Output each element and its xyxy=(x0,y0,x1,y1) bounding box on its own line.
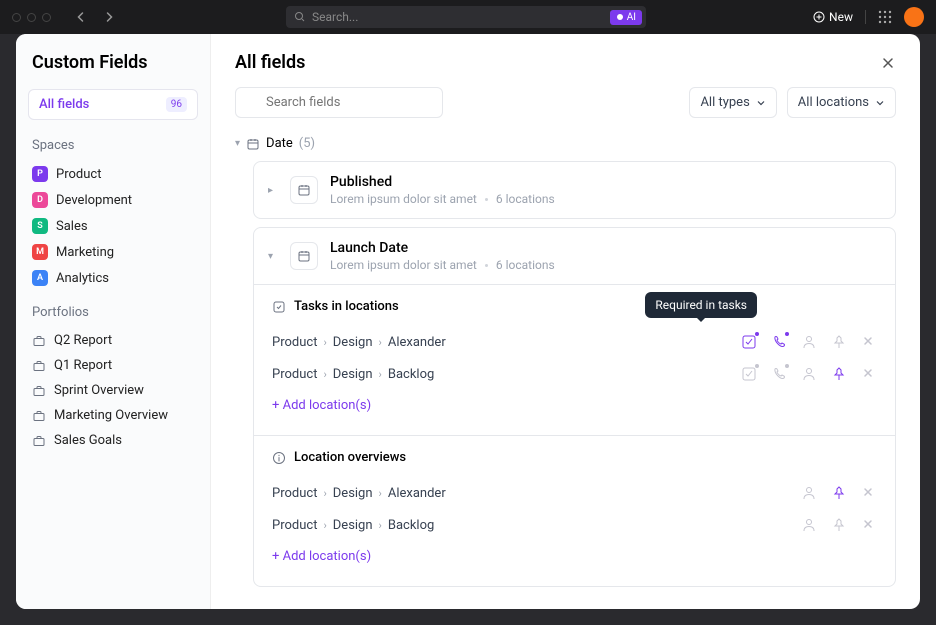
space-label: Development xyxy=(56,193,132,208)
phone-icon[interactable] xyxy=(771,366,787,382)
remove-icon[interactable] xyxy=(861,366,877,382)
sidebar-space-item[interactable]: D Development xyxy=(28,187,198,213)
breadcrumb[interactable]: Product› Design› Alexander xyxy=(272,335,741,350)
location-row: Product› Design› Backlog xyxy=(272,509,877,541)
space-icon: A xyxy=(32,270,48,286)
spaces-section-label: Spaces xyxy=(32,138,194,153)
field-card-published[interactable]: ▸ Published Lorem ipsum dolor sit amet 6… xyxy=(253,161,896,219)
portfolio-label: Sales Goals xyxy=(54,433,122,448)
global-search[interactable]: Search... AI xyxy=(286,6,646,28)
portfolio-label: Marketing Overview xyxy=(54,408,168,423)
pin-icon[interactable] xyxy=(831,366,847,382)
field-name: Published xyxy=(330,174,881,190)
required-in-tasks-icon[interactable] xyxy=(741,334,757,350)
close-window-icon[interactable] xyxy=(12,13,21,22)
remove-icon[interactable] xyxy=(861,517,877,533)
sidebar-space-item[interactable]: A Analytics xyxy=(28,265,198,291)
add-location-button[interactable]: + Add location(s) xyxy=(272,390,877,421)
chevron-down-icon[interactable]: ▾ xyxy=(235,138,240,149)
sidebar-portfolio-item[interactable]: Q1 Report xyxy=(28,353,198,378)
portfolio-label: Sprint Overview xyxy=(54,383,144,398)
briefcase-icon xyxy=(32,409,46,423)
page-title: All fields xyxy=(235,52,305,73)
checkbox-icon xyxy=(272,300,286,314)
chevron-down-icon xyxy=(756,98,766,108)
chevron-down-icon[interactable]: ▾ xyxy=(268,251,278,262)
minimize-window-icon[interactable] xyxy=(27,13,36,22)
sidebar-space-item[interactable]: M Marketing xyxy=(28,239,198,265)
maximize-window-icon[interactable] xyxy=(42,13,51,22)
space-icon: M xyxy=(32,244,48,260)
remove-icon[interactable] xyxy=(861,485,877,501)
ai-badge[interactable]: AI xyxy=(610,10,642,25)
location-row: Product› Design› Alexander xyxy=(272,477,877,509)
space-icon: P xyxy=(32,166,48,182)
main-panel: All fields All types All locations ▾ Dat… xyxy=(211,34,920,609)
person-icon[interactable] xyxy=(801,485,817,501)
sidebar-portfolio-item[interactable]: Sprint Overview xyxy=(28,378,198,403)
sidebar-space-item[interactable]: S Sales xyxy=(28,213,198,239)
filter-locations-dropdown[interactable]: All locations xyxy=(787,87,896,118)
breadcrumb[interactable]: Product› Design› Backlog xyxy=(272,518,801,533)
pin-icon[interactable] xyxy=(831,485,847,501)
info-icon xyxy=(272,451,286,465)
avatar[interactable] xyxy=(904,7,924,27)
pin-icon[interactable] xyxy=(831,334,847,350)
add-location-button[interactable]: + Add location(s) xyxy=(272,541,877,572)
space-label: Marketing xyxy=(56,245,114,260)
apps-grid-icon[interactable] xyxy=(878,10,892,24)
portfolio-label: Q1 Report xyxy=(54,358,112,373)
field-card-launch-date: ▾ Launch Date Lorem ipsum dolor sit amet… xyxy=(253,227,896,587)
location-row: Product› Design› Backlog xyxy=(272,358,877,390)
sidebar-portfolio-item[interactable]: Marketing Overview xyxy=(28,403,198,428)
portfolios-section-label: Portfolios xyxy=(32,305,194,320)
person-icon[interactable] xyxy=(801,334,817,350)
chevron-right-icon[interactable]: ▸ xyxy=(268,185,278,196)
location-row: Product› Design› Alexander Required in t… xyxy=(272,326,877,358)
sidebar-portfolio-item[interactable]: Q2 Report xyxy=(28,328,198,353)
titlebar: Search... AI New xyxy=(0,0,936,34)
person-icon[interactable] xyxy=(801,366,817,382)
space-label: Sales xyxy=(56,219,88,234)
sidebar-portfolio-item[interactable]: Sales Goals xyxy=(28,428,198,453)
breadcrumb[interactable]: Product› Design› Alexander xyxy=(272,486,801,501)
portfolio-label: Q2 Report xyxy=(54,333,112,348)
location-overviews-panel: Location overviews Product› Design› Alex… xyxy=(254,435,895,586)
person-icon[interactable] xyxy=(801,517,817,533)
space-label: Product xyxy=(56,167,101,182)
space-icon: D xyxy=(32,192,48,208)
sidebar-title: Custom Fields xyxy=(28,52,198,73)
close-icon[interactable] xyxy=(880,55,896,71)
filter-types-dropdown[interactable]: All types xyxy=(689,87,776,118)
calendar-icon xyxy=(246,137,260,151)
field-name: Launch Date xyxy=(330,240,881,256)
tasks-in-locations-panel: Tasks in locations Product› Design› Alex… xyxy=(254,284,895,435)
sidebar-all-fields[interactable]: All fields 96 xyxy=(28,89,198,120)
briefcase-icon xyxy=(32,384,46,398)
tooltip: Required in tasks xyxy=(645,292,757,318)
nav-back-button[interactable] xyxy=(71,7,91,27)
sidebar: Custom Fields All fields 96 Spaces P Prod… xyxy=(16,34,211,609)
search-fields-input[interactable] xyxy=(235,87,443,118)
new-button[interactable]: New xyxy=(813,10,853,24)
required-in-tasks-icon[interactable] xyxy=(741,366,757,382)
phone-icon[interactable] xyxy=(771,334,787,350)
calendar-icon xyxy=(290,176,318,204)
briefcase-icon xyxy=(32,334,46,348)
space-label: Analytics xyxy=(56,271,109,286)
remove-icon[interactable] xyxy=(861,334,877,350)
window-controls xyxy=(12,13,51,22)
pin-icon[interactable] xyxy=(831,517,847,533)
chevron-down-icon xyxy=(875,98,885,108)
field-group-header[interactable]: ▾ Date (5) xyxy=(235,136,896,151)
space-icon: S xyxy=(32,218,48,234)
breadcrumb[interactable]: Product› Design› Backlog xyxy=(272,367,741,382)
nav-forward-button[interactable] xyxy=(99,7,119,27)
sidebar-space-item[interactable]: P Product xyxy=(28,161,198,187)
calendar-icon xyxy=(290,242,318,270)
search-placeholder: Search... xyxy=(312,10,358,24)
briefcase-icon xyxy=(32,359,46,373)
briefcase-icon xyxy=(32,434,46,448)
